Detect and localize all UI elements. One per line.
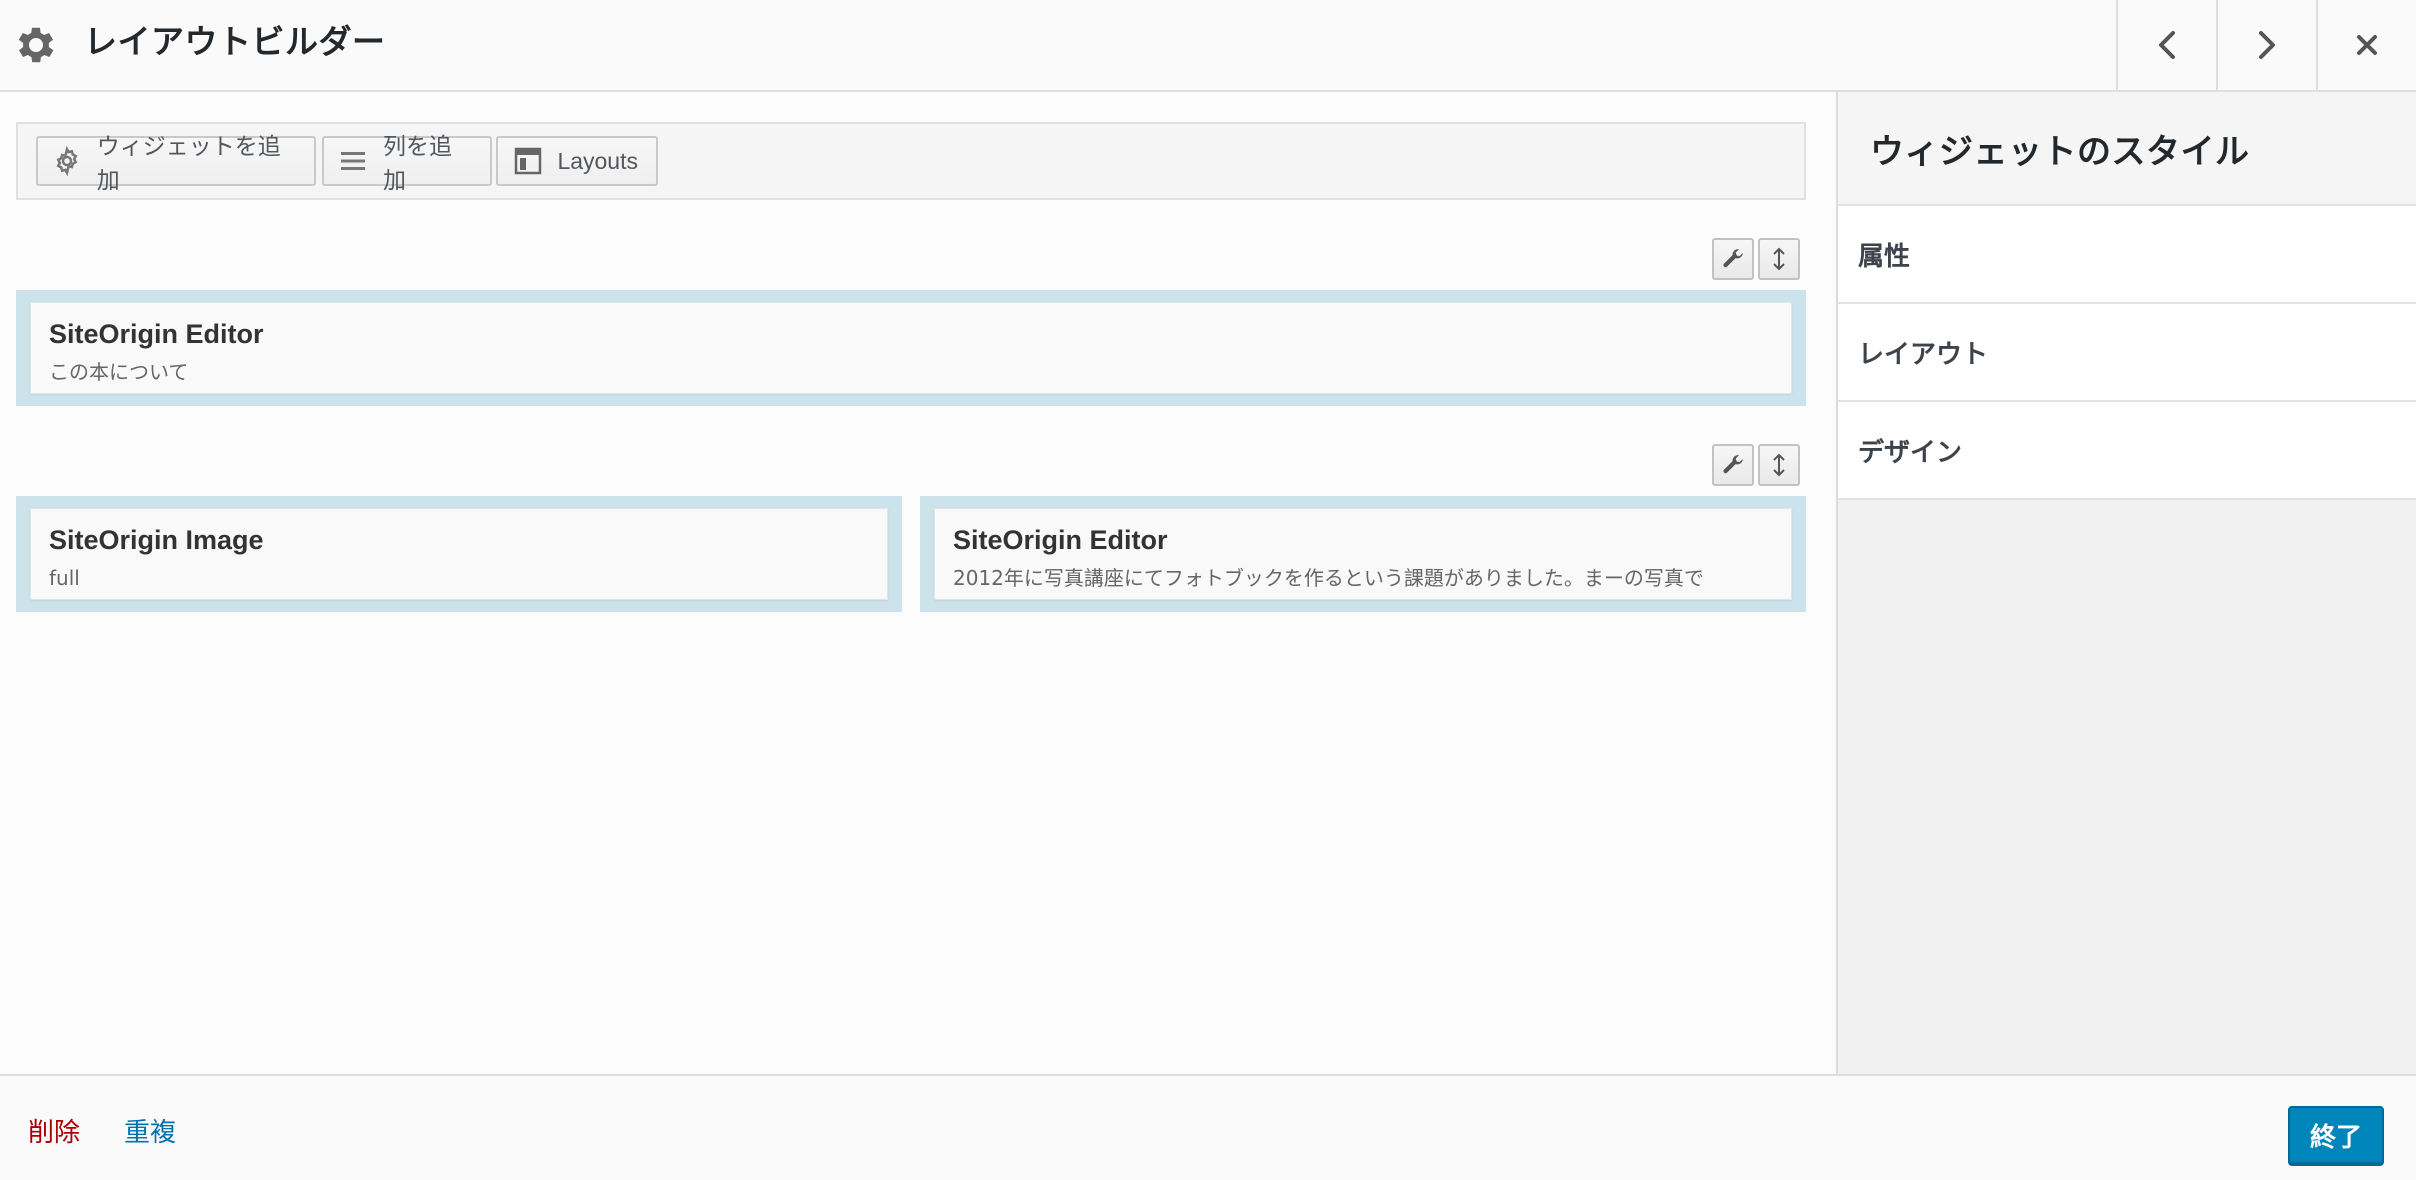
row-edit-button[interactable]	[1712, 444, 1754, 486]
layouts-label: Layouts	[557, 147, 638, 174]
widget-title: SiteOrigin Image	[49, 525, 264, 555]
widget-siteorigin-image[interactable]: SiteOrigin Image full	[30, 508, 888, 600]
row-move-button[interactable]	[1758, 238, 1800, 280]
sidebar-header: ウィジェットのスタイル	[1838, 92, 2416, 206]
widget-description: full	[49, 566, 80, 590]
next-button[interactable]	[2216, 0, 2316, 90]
move-vertical-icon	[1773, 247, 1785, 271]
layouts-button[interactable]: Layouts	[496, 136, 658, 186]
layout-icon	[512, 145, 543, 177]
sidebar-title: ウィジェットのスタイル	[1870, 131, 2250, 172]
list-icon	[338, 145, 369, 177]
row-controls	[1712, 238, 1802, 280]
widget-style-sidebar: ウィジェットのスタイル 属性 レイアウト デザイン	[1836, 92, 2416, 1074]
row-2-cell-2: SiteOrigin Editor 2012年に写真講座にてフォトブックを作ると…	[920, 496, 1806, 612]
gear-icon	[52, 145, 83, 177]
dialog-footer: 削除 重複 終了	[0, 1074, 2416, 1180]
sidebar-section-label: デザイン	[1858, 437, 1963, 468]
widget-title: SiteOrigin Editor	[49, 319, 264, 349]
builder-area: ウィジェットを追加 列を追加 Layouts SiteOrigin Editor…	[0, 92, 1836, 1074]
sidebar-section-attributes[interactable]: 属性	[1838, 206, 2416, 304]
delete-link[interactable]: 削除	[28, 1116, 80, 1150]
chevron-right-icon	[2259, 31, 2275, 59]
add-row-button[interactable]: 列を追加	[322, 133, 492, 193]
row-edit-button[interactable]	[1712, 238, 1754, 280]
widget-siteorigin-editor[interactable]: SiteOrigin Editor 2012年に写真講座にてフォトブックを作ると…	[934, 508, 1792, 600]
row-move-button[interactable]	[1758, 444, 1800, 486]
add-widget-button[interactable]: ウィジェットを追加	[36, 133, 316, 193]
builder-toolbar: ウィジェットを追加 列を追加 Layouts	[16, 122, 1806, 200]
widget-description: この本について	[49, 360, 189, 384]
duplicate-link[interactable]: 重複	[124, 1116, 176, 1150]
wrench-icon	[1723, 249, 1743, 268]
sidebar-section-design[interactable]: デザイン	[1838, 402, 2416, 500]
close-icon	[2357, 35, 2377, 55]
row-1-cell-1: SiteOrigin Editor この本について	[16, 290, 1806, 406]
add-widget-label: ウィジェットを追加	[96, 133, 281, 193]
done-button[interactable]: 終了	[2288, 1106, 2384, 1164]
page-title: レイアウトビルダー	[84, 22, 386, 61]
row-2-cell-1: SiteOrigin Image full	[16, 496, 902, 612]
add-row-label: 列を追加	[382, 133, 452, 193]
move-vertical-icon	[1773, 453, 1785, 477]
row-controls	[1712, 444, 1802, 486]
sidebar-section-label: レイアウト	[1858, 339, 1989, 370]
wrench-icon	[1723, 455, 1743, 474]
widget-title: SiteOrigin Editor	[953, 525, 1168, 555]
close-button[interactable]	[2316, 0, 2416, 90]
gear-icon	[12, 21, 60, 69]
previous-button[interactable]	[2116, 0, 2216, 90]
chevron-left-icon	[2159, 31, 2175, 59]
dialog-header: レイアウトビルダー	[0, 0, 2416, 92]
widget-description: 2012年に写真講座にてフォトブックを作るという課題がありました。まーの写真で	[953, 566, 1704, 590]
widget-siteorigin-editor[interactable]: SiteOrigin Editor この本について	[30, 302, 1792, 394]
sidebar-section-layout[interactable]: レイアウト	[1838, 304, 2416, 402]
sidebar-section-label: 属性	[1858, 241, 1911, 272]
